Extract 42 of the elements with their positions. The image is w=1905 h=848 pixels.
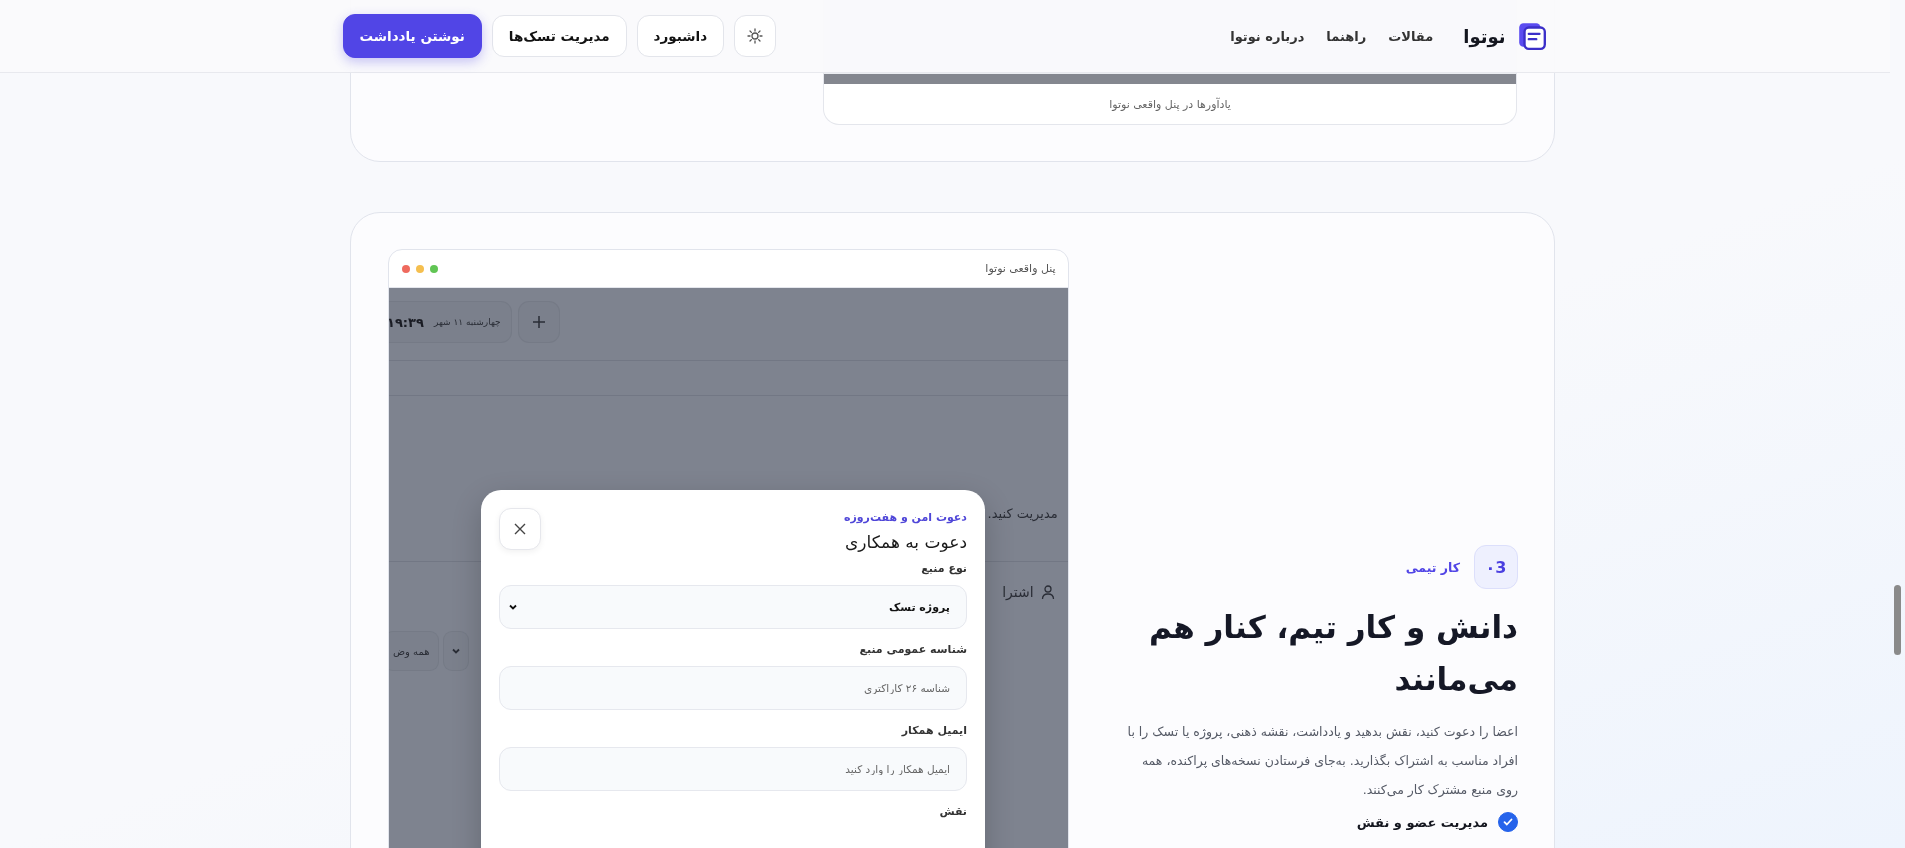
nav-button[interactable]: مدیریت تسک‌ها [491, 15, 627, 57]
chevron-down-icon [508, 602, 518, 612]
check-icon [1502, 816, 1514, 828]
dialog-eyebrow: دعوت امن و هفت‌روزه [843, 511, 967, 524]
sun-icon [747, 28, 764, 44]
nav-link[interactable]: درباره نوتوا [1230, 28, 1305, 44]
date-text: چهارشنبه ۱۱ شهر [433, 317, 501, 327]
chevron-down-icon [450, 646, 461, 656]
window-title: پنل واقعی نوتوا [985, 262, 1056, 275]
dropdown-button[interactable] [443, 632, 468, 670]
nav-link[interactable]: مقالات [1388, 28, 1434, 44]
close-button[interactable] [499, 508, 541, 550]
background-text: مدیریت کنید. [987, 506, 1058, 521]
brand-name[interactable]: نوتوا [1463, 25, 1506, 47]
checklist-label: مدیریت عضو و نقش [1356, 814, 1488, 830]
select-field[interactable]: پروژه تسک [499, 585, 967, 629]
section-description: اعضا را دعوت کنید، نقش بدهید و یادداشت، نقشه ذهنی، پروژه یا تسک را با افراد مناسب به اشتراک بگذارید. به‌جای فرستادن نسخه‌های پراکنده، همه روی منبع مشترک کار می‌کنند. [1126, 723, 1518, 800]
add-button[interactable] [518, 302, 559, 342]
person-icon [1039, 584, 1056, 600]
nav-button[interactable]: داشبورد [636, 15, 725, 57]
screenshot-caption: یادآورها در پنل واقعی نوتوا [1108, 96, 1232, 113]
close-icon [513, 522, 527, 536]
write-note-button[interactable]: نوشتن یادداشت [342, 14, 482, 58]
field-label: ایمیل همکار [900, 724, 967, 737]
status-filter[interactable]: همه وض [389, 632, 438, 670]
section-number-badge: ۰3 [1474, 545, 1518, 589]
nav-link[interactable]: راهنما [1326, 28, 1367, 44]
plus-icon [530, 314, 547, 330]
theme-toggle-button[interactable] [734, 15, 777, 57]
scrollbar-thumb[interactable] [1894, 585, 1901, 655]
field-label: نقش [938, 805, 967, 818]
section-tag: کار تیمی [1405, 559, 1460, 575]
dialog-title: دعوت به همکاری [843, 532, 967, 552]
clock-time: ۱۹:۳۹ [389, 314, 424, 330]
checkbox[interactable] [1498, 812, 1518, 832]
field-label: شناسه عمومی منبع [858, 643, 967, 656]
field-label: نوع منبع [920, 562, 967, 575]
share-tab[interactable]: اشترا [1002, 584, 1056, 600]
input-field[interactable]: ایمیل همکار را وارد کنید [499, 747, 967, 791]
section-heading: دانش و کار تیم، کنار هم می‌مانند [1147, 608, 1518, 699]
window-controls-icon [401, 263, 439, 274]
input-field[interactable]: شناسه ۲۶ کاراکتری [499, 666, 967, 710]
